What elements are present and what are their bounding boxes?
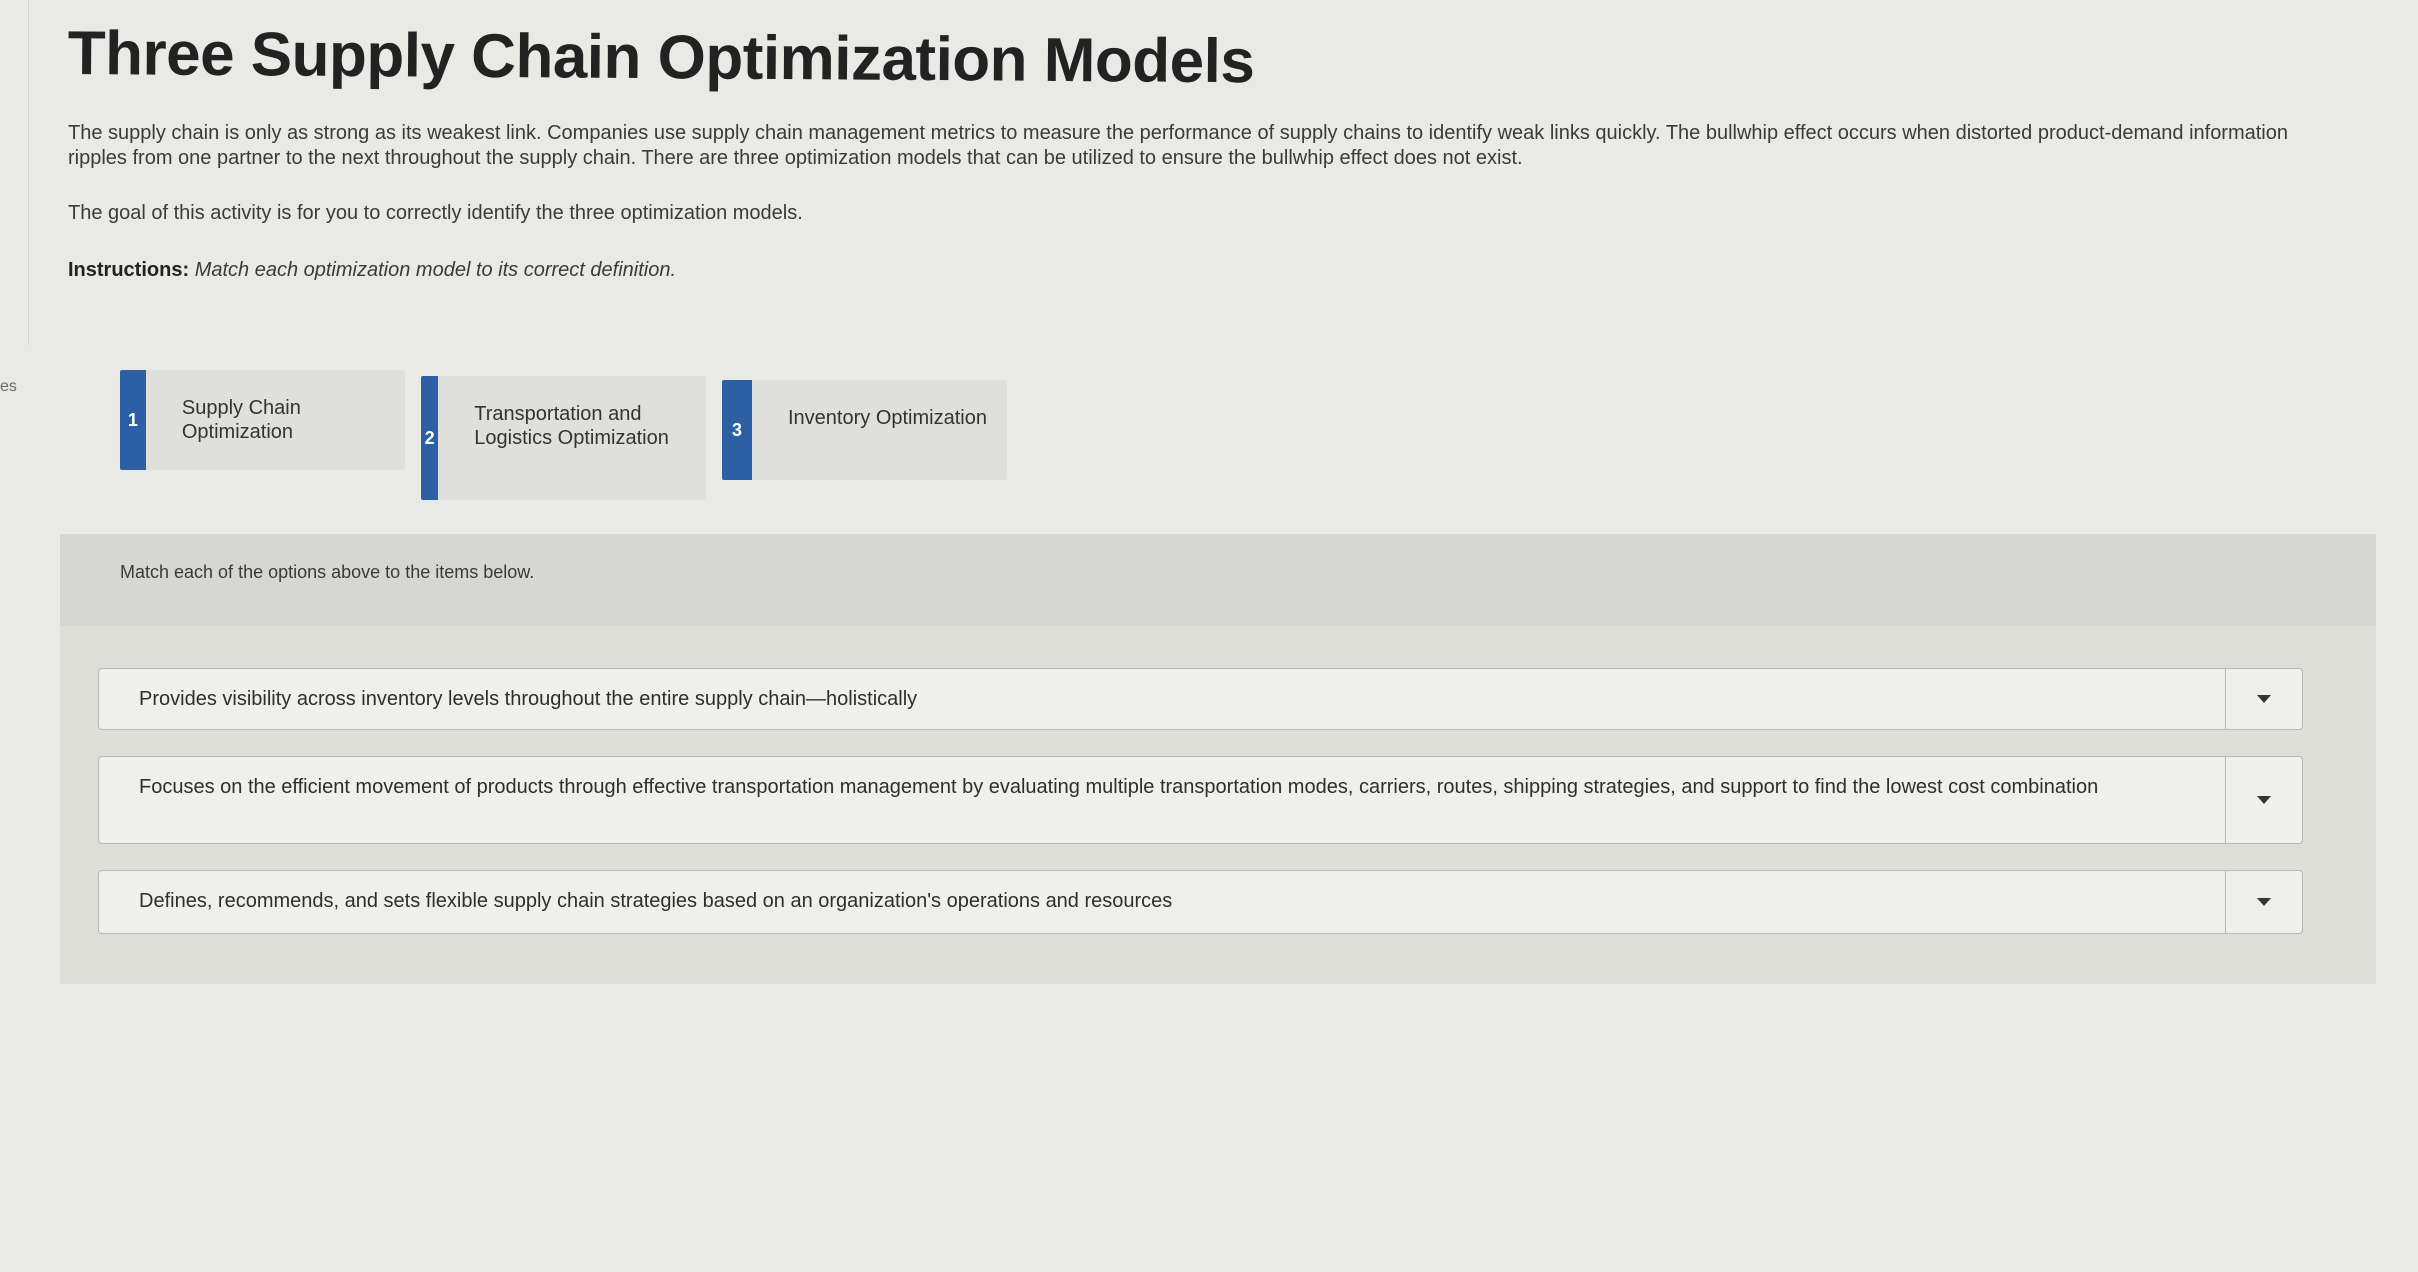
choice-card-2[interactable]: 2 Transportation and Logistics Optimizat… [421, 376, 706, 500]
match-row-1[interactable]: Provides visibility across inventory lev… [98, 668, 2303, 730]
match-item-text: Provides visibility across inventory lev… [139, 688, 918, 710]
choice-card-1[interactable]: 1 Supply Chain Optimization [120, 370, 405, 470]
choice-number-badge: 2 [421, 376, 439, 500]
intro-paragraph: The supply chain is only as strong as it… [68, 122, 2288, 170]
choice-label: Inventory Optimization [788, 407, 987, 429]
chevron-down-icon [2257, 695, 2271, 703]
match-dropdown-1[interactable] [2225, 669, 2302, 729]
match-item-text: Defines, recommends, and sets flexible s… [139, 890, 1173, 912]
match-dropdown-2[interactable] [2225, 757, 2302, 843]
choice-card-3[interactable]: 3 Inventory Optimization [722, 380, 1007, 480]
match-instructions: Match each of the options above to the i… [60, 534, 2376, 626]
choice-number-badge: 3 [722, 380, 752, 480]
chevron-down-icon [2257, 796, 2271, 804]
instructions-text: Match each optimization model to its cor… [194, 259, 677, 282]
chevron-down-icon [2257, 898, 2271, 906]
instructions: Instructions: Match each optimization mo… [68, 258, 2378, 283]
match-dropdown-3[interactable] [2225, 871, 2302, 933]
instructions-label: Instructions: [68, 259, 190, 282]
choice-number-badge: 1 [120, 370, 146, 470]
match-panel: Match each of the options above to the i… [60, 534, 2376, 984]
match-item-text: Focuses on the efficient movement of pro… [139, 776, 2099, 798]
match-row-3[interactable]: Defines, recommends, and sets flexible s… [98, 870, 2303, 934]
match-row-2[interactable]: Focuses on the efficient movement of pro… [98, 756, 2303, 844]
left-rail-text: es [0, 378, 17, 395]
choice-label: Supply Chain Optimization [181, 397, 301, 443]
left-rail [0, 0, 29, 345]
choice-list: 1 Supply Chain Optimization 2 Transporta… [120, 370, 1007, 500]
activity-content: Three Supply Chain Optimization Models T… [68, 18, 2378, 283]
choice-label: Transportation and Logistics Optimizatio… [474, 403, 669, 449]
goal-paragraph: The goal of this activity is for you to … [68, 202, 803, 225]
page-title: Three Supply Chain Optimization Models [67, 18, 1255, 97]
